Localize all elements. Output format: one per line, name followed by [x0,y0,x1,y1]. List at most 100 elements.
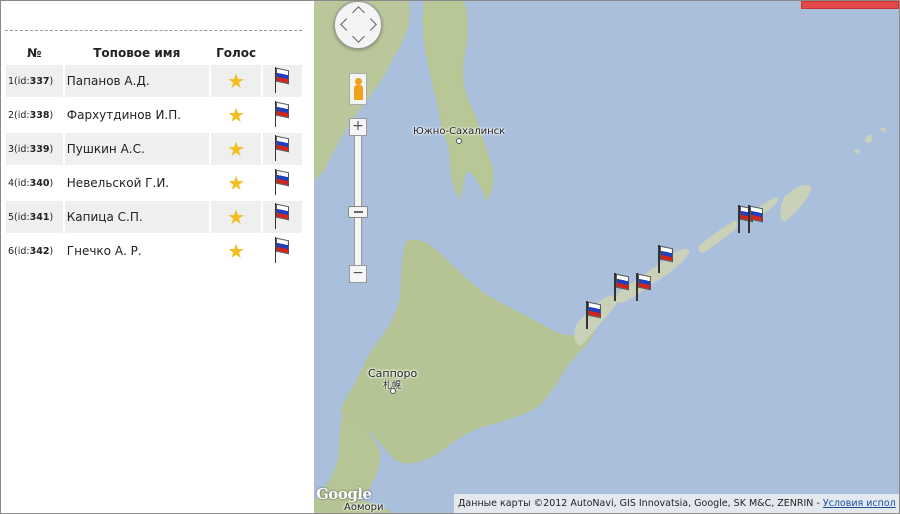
city-marker-yuzhno-sakhalinsk [456,138,462,144]
pan-control[interactable] [334,1,382,49]
pan-right-arrow-icon[interactable] [364,18,377,31]
star-icon[interactable] [228,243,244,259]
table-row[interactable]: 6(id:342) Гнечко А. Р. [6,235,302,267]
row-id: 339 [29,143,50,155]
map-attribution: Данные карты ©2012 AutoNavi, GIS Innovat… [454,494,899,513]
city-marker-sapporo [390,388,396,394]
google-logo[interactable]: Google [316,485,372,503]
row-flag-cell[interactable] [263,201,302,233]
row-id-prefix: (id: [14,177,30,189]
row-number-cell: 6(id:342) [6,235,63,267]
row-vote-cell[interactable] [210,133,262,165]
row-name-cell[interactable]: Папанов А.Д. [64,65,209,97]
row-id-suffix: ) [49,143,54,155]
attribution-text: Данные карты ©2012 AutoNavi, GIS Innovat… [458,498,823,509]
russian-flag-marker-icon[interactable] [636,273,652,301]
star-icon[interactable] [228,175,244,191]
russian-flag-marker-icon[interactable] [658,245,674,273]
russian-flag-marker-icon[interactable] [748,205,764,233]
row-name-cell[interactable]: Капица С.П. [64,201,209,233]
row-id: 337 [29,75,50,87]
table-row[interactable]: 1(id:337) Папанов А.Д. [6,65,302,97]
map-view[interactable]: + − Южно-Сахалинск Саппоро 札幌 Аомори Goo… [314,1,899,513]
pan-up-arrow-icon[interactable] [352,6,365,19]
table-row[interactable]: 2(id:338) Фархутдинов И.П. [6,99,302,131]
row-number-cell: 3(id:339) [6,133,63,165]
russian-flag-marker-icon[interactable] [614,273,630,301]
row-number-cell: 2(id:338) [6,99,63,131]
pegman-head [355,78,362,85]
row-id-suffix: ) [49,245,54,257]
row-id-suffix: ) [49,177,54,189]
row-vote-cell[interactable] [211,99,262,131]
row-id-prefix: (id: [14,143,30,155]
kuril-island-paramushir [780,184,812,222]
star-icon[interactable] [228,141,244,157]
star-icon[interactable] [228,209,244,225]
header-flag [263,43,302,63]
top-status-strip [801,1,899,9]
row-vote-cell[interactable] [210,201,262,233]
zoom-slider-track[interactable] [354,136,362,265]
russian-flag-icon[interactable] [274,66,291,93]
zoom-in-button[interactable]: + [349,118,367,136]
row-flag-cell[interactable] [263,99,302,131]
table-row[interactable]: 3(id:339) Пушкин А.С. [6,133,302,165]
kuril-small-islands [854,127,886,155]
row-vote-cell[interactable] [211,167,262,199]
row-id-suffix: ) [49,211,54,223]
row-name-cell[interactable]: Гнечко А. Р. [65,235,209,267]
hokkaido-island [340,239,596,464]
row-name-cell[interactable]: Пушкин А.С. [64,133,209,165]
left-panel: № Топовое имя Голос 1(id:337) Папанов А.Д… [1,1,314,512]
row-vote-cell[interactable] [210,65,262,97]
city-label-aomori: Аомори [344,502,384,513]
table-row[interactable]: 5(id:341) Капица С.П. [6,201,302,233]
russian-flag-icon[interactable] [274,100,291,127]
row-flag-cell[interactable] [263,65,302,97]
russian-flag-marker-icon[interactable] [586,301,602,329]
row-id: 341 [29,211,50,223]
row-id-prefix: (id: [14,245,30,257]
pegman-body [354,85,363,100]
kuril-island-urup [698,221,738,253]
pegman-icon[interactable] [349,73,367,105]
row-vote-cell[interactable] [211,235,262,267]
row-id-prefix: (id: [14,75,30,87]
row-id: 338 [29,109,50,121]
star-icon[interactable] [228,73,244,89]
russian-flag-icon[interactable] [274,134,291,161]
header-vote: Голос [216,46,257,60]
row-id-prefix: (id: [14,211,30,223]
row-id-suffix: ) [49,75,54,87]
city-label-yuzhno-sakhalinsk: Южно-Сахалинск [413,126,506,137]
pan-down-arrow-icon[interactable] [352,30,365,43]
russian-flag-icon[interactable] [274,168,291,195]
row-number-cell: 1(id:337) [6,65,63,97]
sakhalin-island [422,1,494,201]
row-id-suffix: ) [49,109,54,121]
row-name-cell[interactable]: Невельской Г.И. [65,167,209,199]
header-name: Топовое имя [93,46,181,60]
star-icon[interactable] [228,107,244,123]
dashed-divider [5,30,302,31]
table-header-row: № Топовое имя Голос [6,43,302,63]
zoom-slider-handle[interactable] [348,206,368,218]
terms-link[interactable]: Условия испол [823,498,896,509]
row-flag-cell[interactable] [263,167,302,199]
table-row[interactable]: 4(id:340) Невельской Г.И. [6,167,302,199]
row-flag-cell[interactable] [263,235,302,267]
table-body: 1(id:337) Папанов А.Д. 2(id:338) Фархутдино… [6,65,302,267]
row-number-cell: 4(id:340) [6,167,63,199]
row-number-cell: 5(id:341) [6,201,63,233]
row-id-prefix: (id: [14,109,30,121]
row-name-cell[interactable]: Фархутдинов И.П. [65,99,209,131]
russian-flag-icon[interactable] [274,202,291,229]
header-number: № [27,46,42,60]
rating-table: № Топовое имя Голос 1(id:337) Папанов А.Д… [4,41,304,269]
russian-flag-icon[interactable] [274,236,291,263]
zoom-out-button[interactable]: − [349,265,367,283]
row-id: 342 [29,245,50,257]
pan-left-arrow-icon[interactable] [340,18,353,31]
row-flag-cell[interactable] [263,133,302,165]
